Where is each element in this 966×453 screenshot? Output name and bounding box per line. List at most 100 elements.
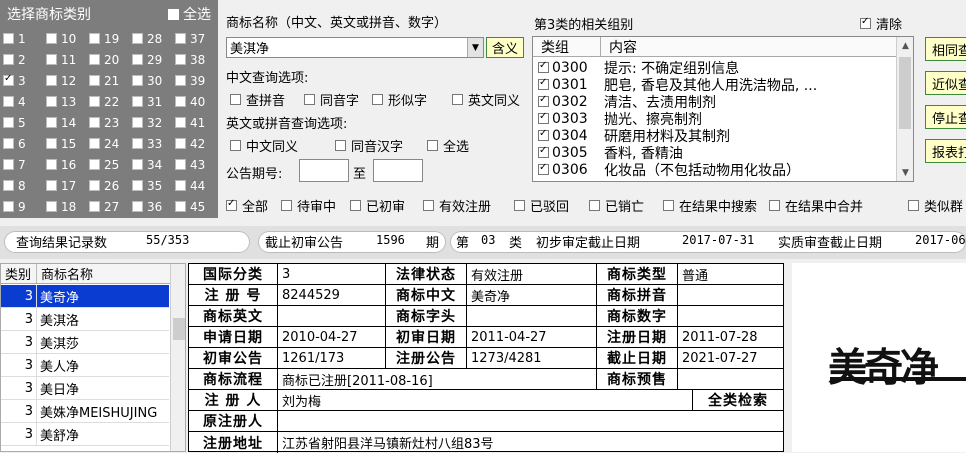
filter-checkbox[interactable] [350, 199, 361, 211]
category-checkbox[interactable] [46, 201, 57, 212]
category-checkbox[interactable] [3, 33, 14, 44]
category-item[interactable]: 19 [89, 28, 132, 49]
category-select-all-checkbox[interactable] [168, 8, 179, 20]
category-checkbox[interactable] [89, 159, 100, 170]
group-row[interactable]: 0300提示: 不确定组别信息 [533, 59, 897, 77]
results-scroll-thumb[interactable] [173, 318, 185, 340]
category-checkbox[interactable] [89, 138, 100, 149]
category-checkbox[interactable] [3, 117, 14, 128]
category-item[interactable]: 25 [89, 154, 132, 175]
category-item[interactable]: 41 [175, 112, 218, 133]
identical-search-button[interactable]: 相同查 [925, 37, 966, 61]
category-item[interactable]: 32 [132, 112, 175, 133]
cn-checkbox[interactable] [304, 94, 315, 105]
result-row[interactable]: 3 美淇洛 [1, 308, 169, 331]
all-class-search-button[interactable]: 全类检索 [693, 390, 783, 411]
category-checkbox[interactable] [132, 180, 143, 191]
group-checkbox[interactable] [538, 145, 549, 158]
category-item[interactable]: 27 [89, 196, 132, 217]
category-checkbox[interactable] [175, 117, 186, 128]
report-print-button[interactable]: 报表打 [925, 139, 966, 163]
category-item[interactable]: 12 [46, 70, 89, 91]
group-row[interactable]: 0302清洁、去渍用制剂 [533, 93, 897, 111]
meaning-button[interactable]: 含义 [486, 37, 524, 58]
category-checkbox[interactable] [3, 96, 14, 107]
filter-option[interactable]: 类似群 [908, 196, 963, 215]
groups-scrollbar[interactable]: ▲ ▼ [896, 37, 913, 181]
groups-scroll-thumb[interactable] [899, 57, 911, 129]
filter-checkbox[interactable] [908, 199, 919, 211]
category-checkbox[interactable] [175, 180, 186, 191]
result-row[interactable]: 3 美人净 [1, 354, 169, 377]
group-checkbox[interactable] [538, 128, 549, 141]
result-row[interactable]: 3 美舒净 [1, 423, 169, 446]
en-option[interactable]: 同音汉字 [335, 136, 403, 155]
category-item[interactable]: 21 [89, 70, 132, 91]
filter-option[interactable]: 已初审 [350, 196, 405, 215]
category-item[interactable]: 2 [3, 49, 46, 70]
trademark-name-input[interactable]: 美淇净 ▼ [226, 37, 484, 58]
category-item[interactable]: 5 [3, 112, 46, 133]
group-checkbox[interactable] [538, 60, 549, 73]
category-item[interactable]: 20 [89, 49, 132, 70]
en-checkbox[interactable] [230, 140, 241, 151]
category-item[interactable]: 40 [175, 91, 218, 112]
category-item[interactable]: 13 [46, 91, 89, 112]
filter-option[interactable]: 已销亡 [589, 196, 644, 215]
filter-checkbox[interactable] [769, 199, 780, 211]
filter-checkbox[interactable] [423, 199, 434, 211]
result-row[interactable]: 3 美奇净 [1, 285, 169, 308]
category-checkbox[interactable] [132, 96, 143, 107]
category-item[interactable]: 22 [89, 91, 132, 112]
results-scrollbar[interactable] [170, 264, 185, 451]
category-item[interactable]: 37 [175, 28, 218, 49]
category-checkbox[interactable] [89, 75, 100, 86]
category-item[interactable]: 29 [132, 49, 175, 70]
category-item[interactable]: 23 [89, 112, 132, 133]
cn-checkbox[interactable] [372, 94, 383, 105]
cn-checkbox[interactable] [230, 94, 241, 105]
category-item[interactable]: 30 [132, 70, 175, 91]
category-checkbox[interactable] [132, 117, 143, 128]
category-checkbox[interactable] [175, 54, 186, 65]
groups-clear[interactable]: 清除 [860, 14, 902, 33]
category-item[interactable]: 4 [3, 91, 46, 112]
group-checkbox[interactable] [538, 111, 549, 124]
group-row[interactable]: 0305香料, 香精油 [533, 144, 897, 162]
filter-option[interactable]: 全部 [226, 196, 268, 215]
filter-checkbox[interactable] [663, 199, 674, 211]
category-checkbox[interactable] [132, 33, 143, 44]
category-item[interactable]: 17 [46, 175, 89, 196]
category-checkbox[interactable] [175, 75, 186, 86]
groups-clear-checkbox[interactable] [860, 16, 871, 29]
group-row[interactable]: 0301肥皂, 香皂及其他人用洗洁物品, ... [533, 76, 897, 94]
category-checkbox[interactable] [3, 138, 14, 149]
category-item[interactable]: 36 [132, 196, 175, 217]
cn-option[interactable]: 形似字 [372, 90, 427, 109]
cn-option[interactable]: 查拼音 [230, 90, 285, 109]
filter-checkbox[interactable] [281, 199, 292, 211]
category-checkbox[interactable] [132, 138, 143, 149]
category-checkbox[interactable] [89, 96, 100, 107]
category-checkbox[interactable] [3, 54, 14, 65]
category-checkbox[interactable] [175, 138, 186, 149]
filter-option[interactable]: 在结果中搜索 [663, 196, 757, 215]
result-row[interactable]: 3 美姝净MEISHUJING [1, 400, 169, 423]
category-item[interactable]: 10 [46, 28, 89, 49]
category-checkbox[interactable] [132, 75, 143, 86]
category-checkbox[interactable] [3, 180, 14, 191]
result-row[interactable]: 3 美日净 [1, 377, 169, 400]
category-item[interactable]: 15 [46, 133, 89, 154]
category-checkbox[interactable] [89, 117, 100, 128]
category-checkbox[interactable] [46, 75, 57, 86]
category-checkbox[interactable] [89, 54, 100, 65]
category-item[interactable]: 8 [3, 175, 46, 196]
result-row[interactable]: 3 美淇莎 [1, 331, 169, 354]
category-checkbox[interactable] [132, 54, 143, 65]
category-checkbox[interactable] [175, 159, 186, 170]
cn-option[interactable]: 同音字 [304, 90, 359, 109]
en-checkbox[interactable] [335, 140, 346, 151]
category-item[interactable]: 44 [175, 175, 218, 196]
category-item[interactable]: 42 [175, 133, 218, 154]
group-row[interactable]: 0306 化妆品（不包括动物用化妆品） [533, 161, 897, 179]
